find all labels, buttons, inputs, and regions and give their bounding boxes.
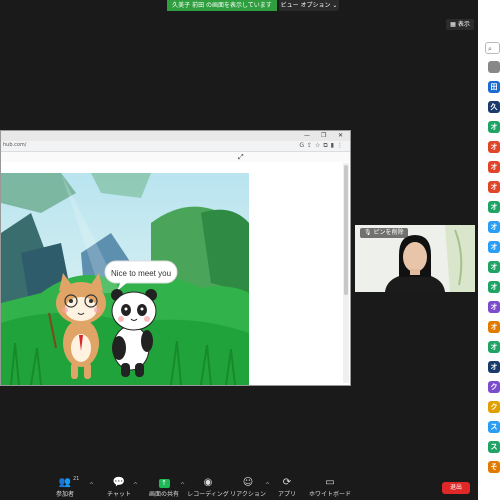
participant-avatar[interactable]: ク <box>488 381 500 393</box>
participant-video-tile[interactable]: 🎙 ピンを削除 <box>355 225 475 292</box>
participant-avatar[interactable]: オ <box>488 181 500 193</box>
whiteboard-button[interactable]: ▭ ホワイトボード <box>305 476 355 498</box>
browser-content-header: ⤢ <box>1 152 350 162</box>
participants-count: 21 <box>73 476 80 482</box>
close-icon[interactable]: ✕ <box>338 132 343 139</box>
browser-url[interactable]: hub.com/ <box>3 142 26 148</box>
participant-avatar[interactable]: オ <box>488 201 500 213</box>
participant-avatar[interactable]: そ <box>488 461 500 473</box>
participant-avatar[interactable] <box>488 61 500 73</box>
display-label: 表示 <box>457 21 470 28</box>
browser-toolbar-icons[interactable]: G⇪☆⧉▮⋮ <box>299 142 346 150</box>
participant-avatar[interactable]: オ <box>488 341 500 353</box>
shared-screen-window: — ❐ ✕ hub.com/ G⇪☆⧉▮⋮ ⤢ Nice to meet you <box>0 130 351 386</box>
top-bar: 久美子 前田 の画面を表示しています ビュー オプション ⌄ <box>0 0 478 12</box>
whiteboard-label: ホワイトボード <box>308 491 351 498</box>
screen-share-banner: 久美子 前田 の画面を表示しています <box>167 0 277 11</box>
chat-chevron-up-icon[interactable]: ^ <box>133 482 138 489</box>
participant-avatar[interactable]: オ <box>488 241 500 253</box>
leave-meeting-button[interactable]: 退出 <box>442 482 470 494</box>
browser-titlebar: — ❐ ✕ <box>1 131 350 141</box>
participants-sidebar: ⌕ 田久オオオオオオオオオオオオオククススそ <box>478 0 500 500</box>
share-screen-icon: ↑ <box>158 479 170 488</box>
meeting-toolbar: 👥 参加者 21 ^ 💬 チャット ^ ↑ 画面の共有 ^ ◉ レコーディング … <box>0 470 478 500</box>
browser-scroll-thumb[interactable] <box>344 165 348 295</box>
participant-search-input[interactable]: ⌕ <box>485 42 500 54</box>
participants-icon: 👥 <box>58 477 72 488</box>
chat-label: チャット <box>107 491 131 498</box>
view-options-button[interactable]: ビュー オプション ⌄ <box>279 0 339 11</box>
participant-avatar[interactable]: オ <box>488 141 500 153</box>
apps-label: アプリ <box>277 491 296 498</box>
participant-avatar[interactable]: 田 <box>488 81 500 93</box>
unpin-button[interactable]: 🎙 ピンを削除 <box>360 228 408 238</box>
search-icon: ⌕ <box>488 45 492 53</box>
participant-avatar[interactable]: ク <box>488 401 500 413</box>
participants-label: 参加者 <box>55 491 74 498</box>
participant-avatar[interactable]: ス <box>488 441 500 453</box>
share-screen-label: 画面の共有 <box>148 491 179 498</box>
participant-avatar[interactable]: オ <box>488 121 500 133</box>
display-button[interactable]: ▦ 表示 <box>446 19 474 30</box>
browser-address-bar[interactable]: hub.com/ G⇪☆⧉▮⋮ <box>1 141 350 152</box>
participant-avatar[interactable]: ス <box>488 421 500 433</box>
browser-scrollbar[interactable] <box>343 163 349 383</box>
restore-icon[interactable]: ❐ <box>321 132 326 139</box>
participants-button[interactable]: 👥 参加者 <box>40 476 90 498</box>
participant-avatar[interactable]: オ <box>488 261 500 273</box>
participant-avatar[interactable]: オ <box>488 161 500 173</box>
participant-avatar[interactable]: オ <box>488 321 500 333</box>
grid-icon: ▦ <box>450 21 456 28</box>
forest-illustration: Nice to meet you <box>1 173 249 385</box>
minimize-icon[interactable]: — <box>304 132 310 139</box>
participant-avatar[interactable]: オ <box>488 361 500 373</box>
participant-avatar[interactable]: オ <box>488 301 500 313</box>
participant-avatar[interactable]: オ <box>488 281 500 293</box>
participant-avatar[interactable]: オ <box>488 221 500 233</box>
reaction-label: リアクション <box>230 491 266 498</box>
unpin-label: ピンを削除 <box>373 229 404 236</box>
mic-icon: 🎙 <box>364 229 372 236</box>
participant-avatar[interactable]: 久 <box>488 101 500 113</box>
speech-bubble-text: Nice to meet you <box>111 269 171 278</box>
whiteboard-icon: ▭ <box>325 477 335 488</box>
fullscreen-icon[interactable]: ⤢ <box>238 153 244 162</box>
